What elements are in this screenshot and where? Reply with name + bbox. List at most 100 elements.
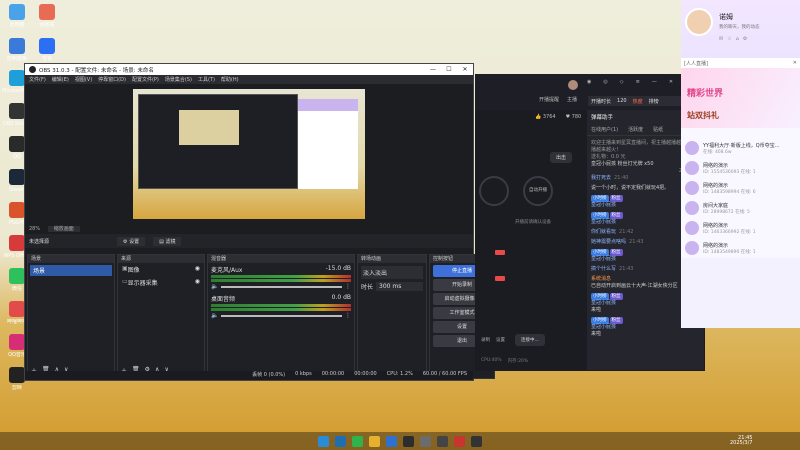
source-item-display[interactable]: ▭ 显示器采集 ◉ xyxy=(118,276,204,289)
scenes-dock: 场景 场景 ＋🗑∧∨ xyxy=(27,254,115,379)
taskbar-app-icon[interactable] xyxy=(335,435,346,447)
taskbar-app-icon[interactable] xyxy=(454,435,465,447)
left-dial[interactable] xyxy=(479,176,509,206)
close-icon[interactable]: ✕ xyxy=(793,60,797,66)
menu-icon[interactable]: ≡ xyxy=(636,79,640,85)
desktop-icon[interactable]: 回收站 xyxy=(32,4,62,28)
chat-user[interactable]: 你们就看玩 xyxy=(591,229,616,235)
headset-icon[interactable]: ◎ xyxy=(603,79,607,85)
chat-user[interactable]: 搞个什么写 xyxy=(591,266,616,272)
desktop-icon-label: 回收站 xyxy=(39,22,55,28)
chat-user[interactable]: 皇冠小屁孩 xyxy=(591,202,616,208)
rank-label[interactable]: 排榜 xyxy=(649,98,659,105)
speaker-icon[interactable]: 🔈 xyxy=(211,283,218,290)
chat-user[interactable]: 皇冠小屁孩 xyxy=(591,324,616,330)
notification-icon[interactable]: ◉ xyxy=(587,79,591,85)
desktop-icon[interactable]: 夸克 xyxy=(32,38,62,62)
taskbar-app-icon[interactable] xyxy=(386,435,397,447)
obs-preview-canvas[interactable] xyxy=(133,89,365,219)
minimize-icon[interactable]: — xyxy=(425,66,441,73)
gear-icon[interactable]: ⋮ xyxy=(345,312,351,319)
minimize-icon[interactable]: — xyxy=(652,79,657,85)
app-icon xyxy=(9,268,25,284)
taskbar xyxy=(0,432,800,450)
taskbar-app-icon[interactable] xyxy=(471,435,482,447)
room-list-item[interactable]: 网络的演示 ID: 1554536093 在线: 1 xyxy=(681,158,800,178)
chat-user[interactable]: 系统消息 xyxy=(591,276,611,282)
transition-select[interactable]: 淡入淡出 xyxy=(361,266,423,279)
duration-input[interactable]: 300 ms xyxy=(376,282,423,291)
menu-item[interactable]: 工具(T) xyxy=(198,76,215,83)
properties-button[interactable]: ⚙ 设置 xyxy=(117,236,146,246)
chat-user[interactable]: 皇冠小屁孩 xyxy=(591,256,616,262)
mail-icon[interactable]: ✉ xyxy=(719,36,723,42)
preview-mode-select[interactable]: 缩放画面 xyxy=(47,226,80,232)
settings-tool[interactable]: 设置 xyxy=(496,337,505,343)
tab-activity[interactable]: 活跃度 xyxy=(628,126,643,133)
avatar[interactable] xyxy=(685,8,713,36)
qq-banner[interactable]: 精彩世界 站双抖礼 xyxy=(681,68,800,128)
chat-user[interactable]: 她神需要点啥吗 xyxy=(591,239,626,245)
volume-slider[interactable] xyxy=(221,285,342,288)
connect-button[interactable]: 连接中... xyxy=(515,334,545,346)
tab-online-users[interactable]: 在线用户(1) xyxy=(591,126,618,133)
taskbar-app-icon[interactable] xyxy=(403,435,414,447)
room-list-item[interactable]: 网络的演示 ID: 1463366992 在线: 1 xyxy=(681,218,800,238)
fan-badge: 粉丝 xyxy=(609,317,623,324)
gear-icon[interactable]: ⚙ xyxy=(743,36,747,42)
taskbar-clock[interactable]: 21:45 2025/3/7 xyxy=(730,436,752,446)
start-reminder[interactable]: 开播提醒 xyxy=(539,96,559,103)
menu-item[interactable]: 帮助(H) xyxy=(221,76,239,83)
avatar[interactable] xyxy=(568,80,578,90)
chat-user[interactable]: 皇冠小屁孩 xyxy=(591,219,616,225)
record-tool[interactable]: 录制 xyxy=(481,337,490,343)
tab-stickers[interactable]: 贴纸 xyxy=(653,126,663,133)
room-list-item[interactable]: YY福利大厅·新版上线，Q币夺宝... 在线: 408.6w xyxy=(681,138,800,158)
taskbar-app-icon[interactable] xyxy=(318,435,329,447)
auto-start-dial[interactable]: 自动开播 xyxy=(523,176,553,206)
taskbar-app-icon[interactable] xyxy=(352,435,363,447)
taskbar-app-icon[interactable] xyxy=(369,435,380,447)
menu-item[interactable]: 场景集合(S) xyxy=(165,76,192,83)
like-stats: 👍 3764 ♥ 780 xyxy=(535,114,582,120)
filters-button[interactable]: ▤ 滤镜 xyxy=(153,236,182,246)
speaker-icon[interactable]: 🔈 xyxy=(211,312,218,319)
desktop-icon[interactable]: 控制面板 xyxy=(2,38,32,62)
mixer-channel-mic: 麦克风/Aux -15.0 dB 🔈 ⋮ xyxy=(208,263,354,292)
room-name: 网络的演示 xyxy=(703,162,729,169)
shirt-icon[interactable]: ◇ xyxy=(620,79,624,85)
menu-item[interactable]: 编辑(E) xyxy=(52,76,69,83)
desktop-icon[interactable]: 此电脑 xyxy=(2,4,32,28)
room-name: 网络的演示 xyxy=(703,222,729,229)
room-meta: ID: 1483598994 在线: 6 xyxy=(703,189,756,195)
mixer-title: 混音器 xyxy=(208,255,354,263)
exit-button[interactable]: 出击 xyxy=(550,152,573,163)
avatar xyxy=(685,201,699,215)
maximize-icon[interactable]: ☐ xyxy=(441,66,457,73)
zoom-level: 28% 缩放画面 xyxy=(29,225,80,232)
room-list-item[interactable]: 网络的演示 ID: 1483598994 在线: 6 xyxy=(681,178,800,198)
chat-text: 来啦 xyxy=(591,331,602,337)
source-item-image[interactable]: ▣ 图像 ◉ xyxy=(118,263,204,276)
room-list-item[interactable]: 网络的演示 ID: 1483549890 在线: 1 xyxy=(681,238,800,258)
star-icon[interactable]: ☆ xyxy=(727,36,731,42)
app-icon xyxy=(9,301,25,317)
chat-user[interactable]: 我打死去 xyxy=(591,175,611,181)
close-icon[interactable]: ✕ xyxy=(457,66,473,73)
close-icon[interactable]: ✕ xyxy=(669,79,673,85)
eye-icon[interactable]: ◉ xyxy=(195,265,200,274)
gear-icon[interactable]: ⋮ xyxy=(345,283,351,290)
home-icon[interactable]: ⌂ xyxy=(736,36,739,42)
menu-item[interactable]: 文件(F) xyxy=(29,76,46,83)
app-icon xyxy=(39,38,55,54)
taskbar-app-icon[interactable] xyxy=(437,435,448,447)
eye-icon[interactable]: ◉ xyxy=(195,278,200,287)
volume-slider[interactable] xyxy=(221,314,342,317)
menu-item[interactable]: 停靠窗口(D) xyxy=(98,76,126,83)
chat-user[interactable]: 皇冠小屁孩 xyxy=(591,300,616,306)
room-list-item[interactable]: 房间大家庭 ID: 28998672 在线: 5 xyxy=(681,198,800,218)
menu-item[interactable]: 视图(V) xyxy=(75,76,92,83)
taskbar-app-icon[interactable] xyxy=(420,435,431,447)
scene-item[interactable]: 场景 xyxy=(30,265,112,276)
menu-item[interactable]: 配置文件(P) xyxy=(132,76,159,83)
